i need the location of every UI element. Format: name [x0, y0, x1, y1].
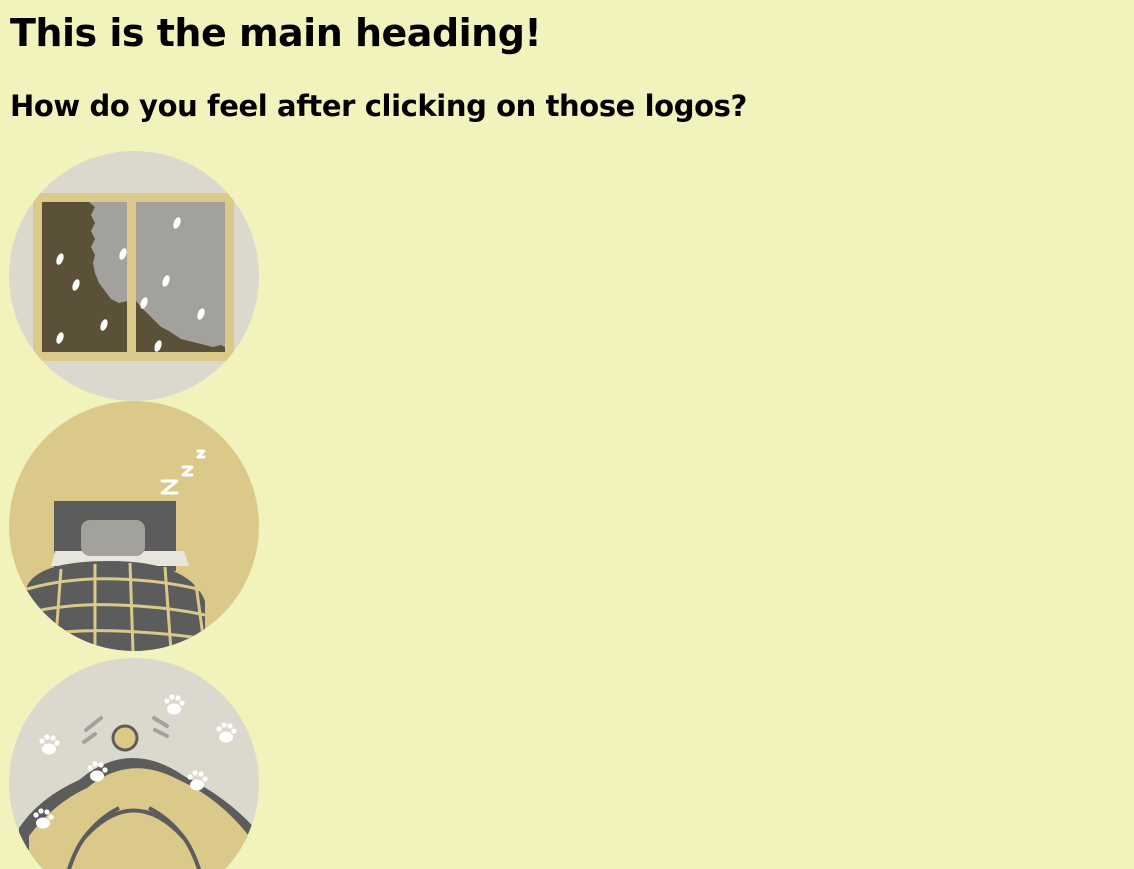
dog-logo-link[interactable] [9, 658, 259, 869]
main-heading: This is the main heading! [10, 11, 542, 55]
sleeping-bed-icon [9, 401, 259, 651]
dog-with-paw-prints-icon [9, 658, 259, 869]
snowy-window-icon [9, 151, 259, 401]
subheading: How do you feel after clicking on those … [10, 89, 747, 123]
sleeping-bed-logo-link[interactable] [9, 401, 259, 651]
snowy-window-logo-link[interactable] [9, 151, 259, 401]
